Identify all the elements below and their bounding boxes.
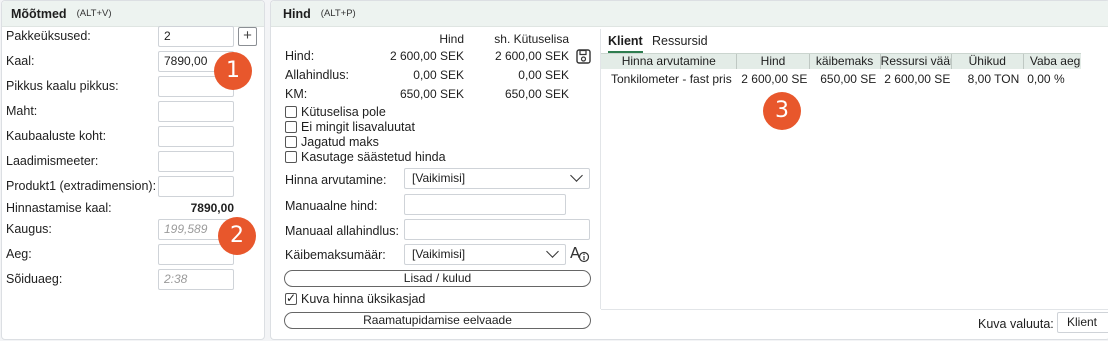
font-info-icon[interactable]: A xyxy=(569,244,591,264)
checkbox-box[interactable] xyxy=(285,136,297,148)
kuva-valuuta-label: Kuva valuuta: xyxy=(978,317,1054,331)
kaibemaksumaar-label: Käibemaksumäär: xyxy=(285,248,386,262)
step-badge-1: 1 xyxy=(214,52,252,90)
manuaal-allahindlus-label: Manuaal allahindlus: xyxy=(285,224,399,238)
laadimismeeter-input[interactable] xyxy=(158,151,234,172)
cell-hinna-arvutamine: Tonkilometer - fast pris xyxy=(611,72,732,86)
cell-hind: 2 600,00 SE xyxy=(741,72,808,86)
kuva-valuuta-select[interactable]: Klient xyxy=(1057,312,1108,333)
cell-kaibemaks: 650,00 SE xyxy=(820,72,877,86)
column-header-uhikud[interactable]: Ühikud xyxy=(952,54,1024,69)
kaibemaksumaar-value: [Vaikimisi] xyxy=(412,247,466,261)
maht-input[interactable] xyxy=(158,101,234,122)
allahindlus-label: Allahindlus: xyxy=(285,68,349,82)
laadimismeeter-label: Laadimismeeter: xyxy=(6,154,99,168)
tab-klient[interactable]: Klient xyxy=(608,34,643,53)
km-kutus: 650,00 SEK xyxy=(504,87,569,101)
hind-header[interactable]: Hind (ALT+P) xyxy=(271,1,1108,27)
checkbox-label: Jagatud maks xyxy=(301,135,379,149)
hinna-arvutamine-select[interactable]: [Vaikimisi] xyxy=(404,168,590,189)
hind-row-kutus: 2 600,00 SEK xyxy=(494,49,569,63)
kaubaaluste-label: Kaubaaluste koht: xyxy=(6,129,107,143)
kaubaaluste-input[interactable] xyxy=(158,126,234,147)
kaibemaksumaar-select[interactable]: [Vaikimisi] xyxy=(404,244,566,265)
hind-row-label: Hind: xyxy=(285,49,315,63)
hinnastamise-kaal-label: Hinnastamise kaal: xyxy=(6,201,112,215)
allahindlus-kutus: 0,00 SEK xyxy=(518,68,569,82)
hinnastamise-kaal-value: 7890,00 xyxy=(190,201,234,215)
hind-shortcut: (ALT+P) xyxy=(320,8,356,19)
step-badge-2: 2 xyxy=(218,217,256,255)
price-grid-header: Hinna arvutamine Hind käibemaks Ressursi… xyxy=(601,53,1081,69)
kutuselisa-column-header: sh. Kütuselisa xyxy=(494,32,569,46)
produkt1-label: Produkt1 (extradimension): xyxy=(6,179,157,193)
pakkeuksused-label: Pakkeüksused: xyxy=(6,29,91,43)
chevron-down-icon xyxy=(546,245,559,258)
hinna-arvutamine-value: [Vaikimisi] xyxy=(412,171,466,185)
raamatupidamise-eelvaade-button[interactable]: Raamatupidamise eelvaade xyxy=(284,312,591,329)
hind-title: Hind xyxy=(283,6,311,21)
manuaal-allahindlus-input[interactable] xyxy=(404,219,590,240)
hind-column-header: Hind xyxy=(439,32,464,46)
soiduaeg-label: Sõiduaeg: xyxy=(6,272,63,286)
checkbox-kuva-hinna-uksikasjad[interactable]: Kuva hinna üksikasjad xyxy=(285,291,426,306)
mootmed-header[interactable]: Mõõtmed (ALT+V) xyxy=(2,1,264,27)
pikkus-label: Pikkus kaalu pikkus: xyxy=(6,79,119,93)
checkbox-box[interactable] xyxy=(285,121,297,133)
checkbox-jagatud-maks[interactable]: Jagatud maks xyxy=(285,135,379,149)
kaal-label: Kaal: xyxy=(6,54,35,68)
km-value: 650,00 SEK xyxy=(399,87,464,101)
tab-ressursid[interactable]: Ressursid xyxy=(652,34,708,48)
checkbox-kutuselisa-pole[interactable]: Kütuselisa pole xyxy=(285,105,386,119)
checkbox-box[interactable] xyxy=(285,291,297,305)
add-package-button[interactable]: + xyxy=(238,27,257,46)
column-header-kaibemaks[interactable]: käibemaks xyxy=(810,54,881,69)
km-label: KM: xyxy=(285,87,308,101)
save-icon[interactable] xyxy=(576,49,591,64)
bottom-separator xyxy=(601,309,1108,310)
checkbox-label: Kasutage säästetud hinda xyxy=(301,150,446,164)
cell-vaba-aeg: 0,00 % xyxy=(1027,72,1065,86)
mootmed-shortcut: (ALT+V) xyxy=(76,8,112,19)
checkbox-ei-mingit-lisavaluutat[interactable]: Ei mingit lisavaluutat xyxy=(285,120,415,134)
cell-ressursi-vaartus: 2 600,00 SE xyxy=(884,72,951,86)
maht-label: Maht: xyxy=(6,104,38,118)
produkt1-input[interactable] xyxy=(158,176,234,197)
mootmed-panel: Mõõtmed (ALT+V) Pakkeüksused: 2 + Kaal: … xyxy=(1,0,265,340)
column-header-vaba-aeg[interactable]: Vaba aeg xyxy=(1024,54,1081,69)
hind-panel: Hind (ALT+P) Hind sh. Kütuselisa Hind: 2… xyxy=(270,0,1108,340)
hinna-arvutamine-label: Hinna arvutamine: xyxy=(285,173,387,187)
svg-text:A: A xyxy=(570,244,581,262)
column-header-hinna-arvutamine[interactable]: Hinna arvutamine xyxy=(601,54,738,69)
pakkeuksused-input[interactable]: 2 xyxy=(158,26,234,47)
mootmed-title: Mõõtmed xyxy=(11,6,67,21)
checkbox-label: Ei mingit lisavaluutat xyxy=(301,120,415,134)
table-row[interactable]: Tonkilometer - fast pris 2 600,00 SE 650… xyxy=(601,71,1081,87)
step-badge-3: 3 xyxy=(763,92,801,130)
cell-uhikud: 8,00 TON xyxy=(967,72,1020,86)
checkbox-box[interactable] xyxy=(285,151,297,163)
column-header-hind[interactable]: Hind xyxy=(737,54,810,69)
checkbox-kasutage-saastetud-hinda[interactable]: Kasutage säästetud hinda xyxy=(285,150,446,164)
checkbox-label: Kuva hinna üksikasjad xyxy=(301,292,426,306)
manuaalne-hind-label: Manuaalne hind: xyxy=(285,199,378,213)
chevron-down-icon xyxy=(570,169,583,182)
manuaalne-hind-input[interactable] xyxy=(404,194,566,215)
aeg-label: Aeg: xyxy=(6,247,32,261)
column-header-ressursi-vaartus[interactable]: Ressursi väär xyxy=(881,54,952,69)
allahindlus-value: 0,00 SEK xyxy=(413,68,464,82)
checkbox-label: Kütuselisa pole xyxy=(301,105,386,119)
kaugus-label: Kaugus: xyxy=(6,222,52,236)
soiduaeg-input: 2:38 xyxy=(158,269,234,290)
hind-row-value: 2 600,00 SEK xyxy=(389,49,464,63)
lisad-kulud-button[interactable]: Lisad / kulud xyxy=(284,270,591,287)
checkbox-box[interactable] xyxy=(285,106,297,118)
